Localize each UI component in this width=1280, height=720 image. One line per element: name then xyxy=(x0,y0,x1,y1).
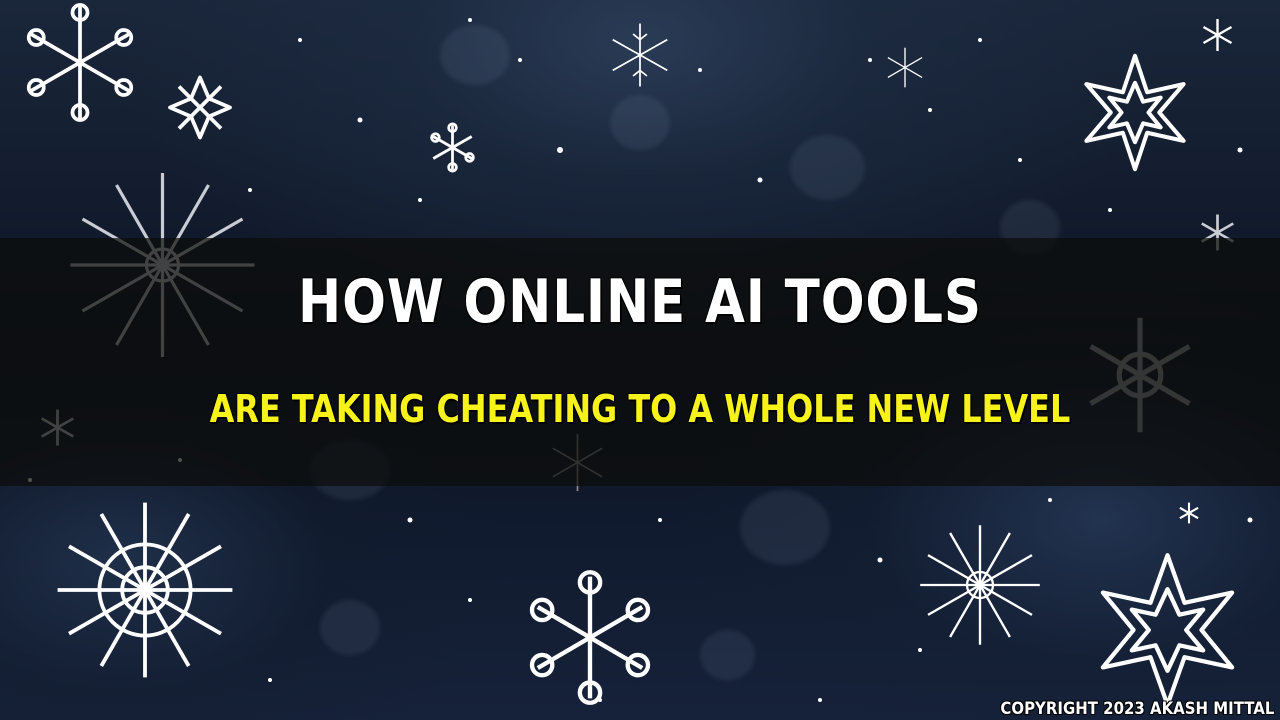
snowflake-icon xyxy=(510,565,670,710)
headline-title: HOW ONLINE AI TOOLS xyxy=(298,267,982,337)
snowflake-icon xyxy=(420,120,485,175)
snowflake-icon xyxy=(905,520,1055,650)
snowflake-icon xyxy=(160,70,240,145)
snowflake-icon xyxy=(1055,45,1215,180)
thumbnail-canvas: HOW ONLINE AI TOOLS ARE TAKING CHEATING … xyxy=(0,0,1280,720)
snowflake-icon xyxy=(1060,545,1275,715)
snowflake-icon xyxy=(880,45,930,90)
copyright-notice: COPYRIGHT 2023 AKASH MITTAL xyxy=(999,699,1274,719)
snowflake-icon xyxy=(35,495,255,685)
snowflake-icon xyxy=(605,20,675,90)
headline-subtitle: ARE TAKING CHEATING TO A WHOLE NEW LEVEL xyxy=(209,387,1071,431)
snowflake-icon xyxy=(1195,15,1240,55)
snowflake-icon xyxy=(1175,500,1203,526)
snowflake-icon xyxy=(5,0,155,125)
